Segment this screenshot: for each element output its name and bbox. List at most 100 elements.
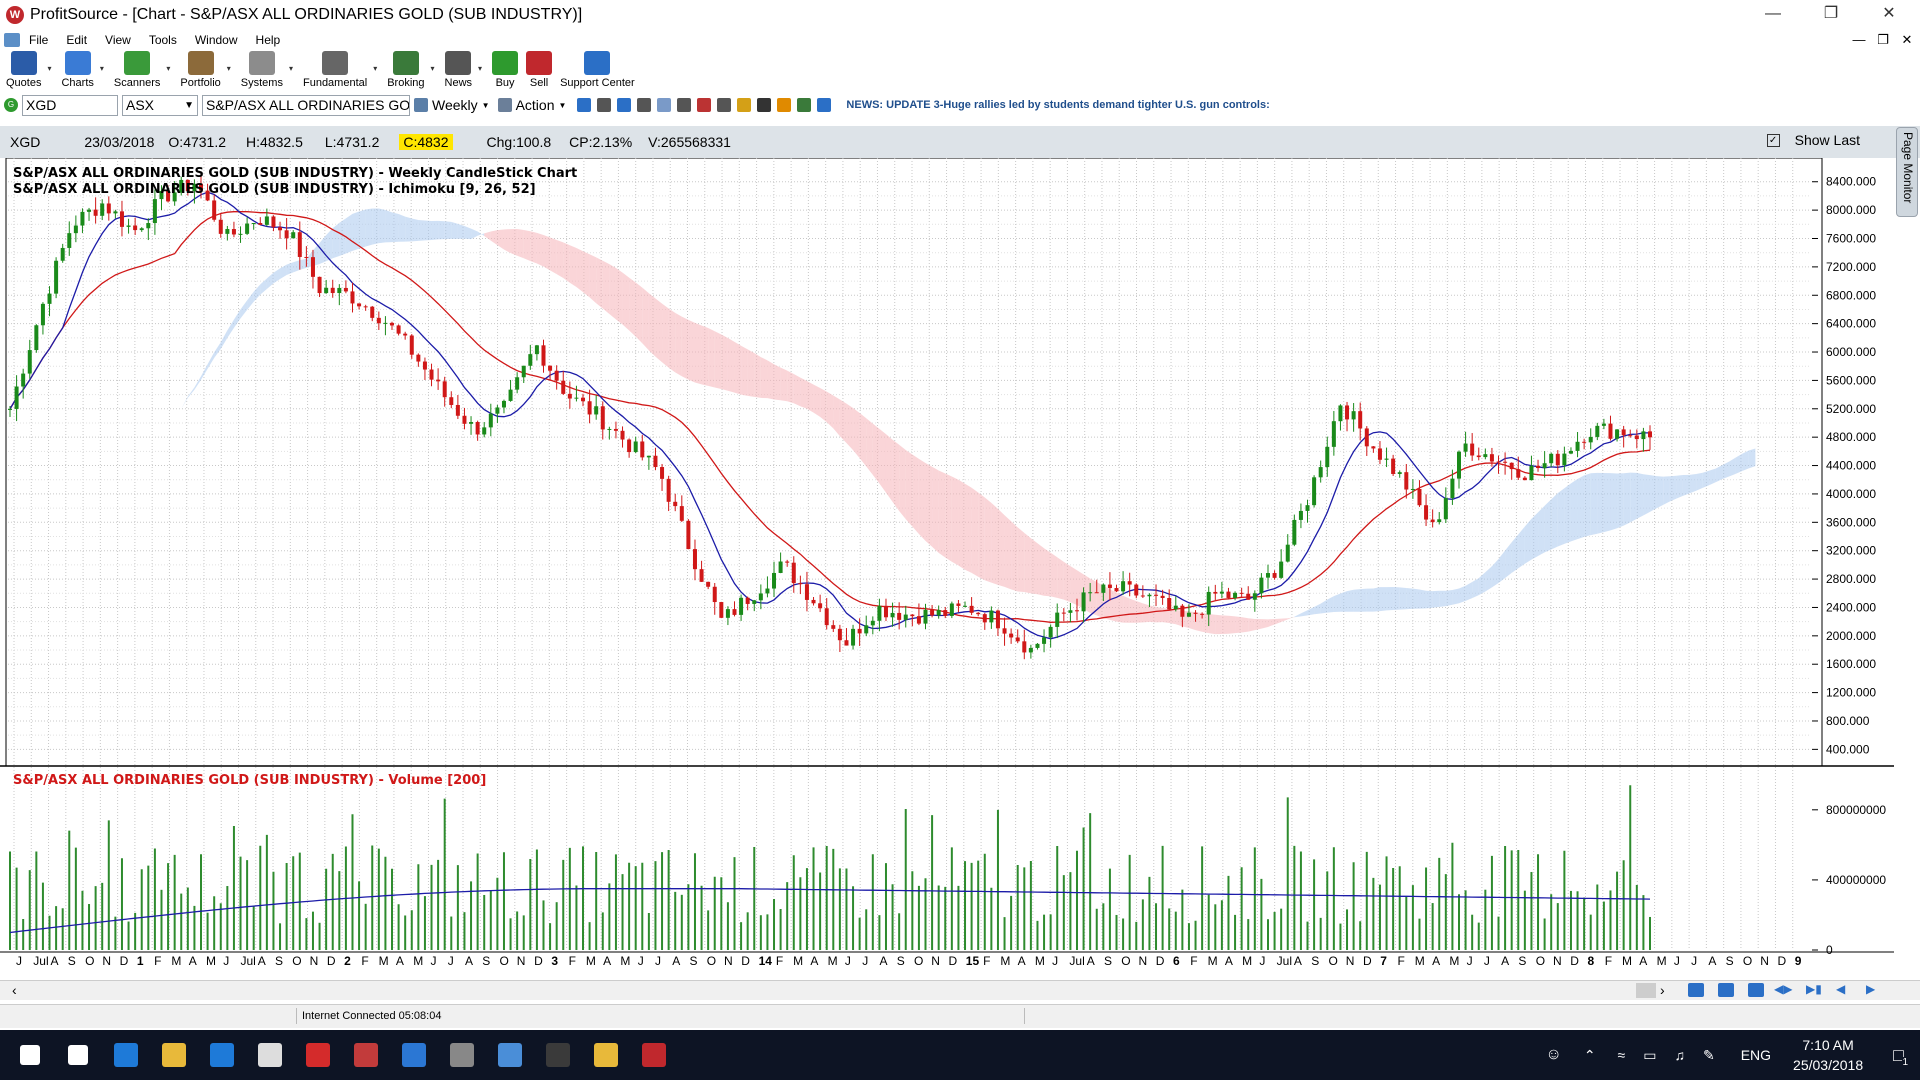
alert-icon[interactable]: [797, 98, 812, 112]
security-name-field[interactable]: S&P/ASX ALL ORDINARIES GOL: [202, 94, 410, 116]
toolbar-dropdown-icon[interactable]: ▾: [47, 64, 51, 73]
candle-body: [1015, 637, 1020, 642]
quotes-button[interactable]: Quotes: [6, 50, 41, 92]
grid-icon[interactable]: [657, 98, 672, 112]
x-tick-label: S: [1104, 954, 1112, 968]
mdi-minimize-button[interactable]: —: [1848, 30, 1870, 50]
save-icon[interactable]: [577, 98, 592, 112]
action-menu[interactable]: Action: [516, 97, 555, 113]
y-tick-label: 4000.000: [1826, 487, 1876, 501]
calculator-icon[interactable]: [246, 1030, 294, 1080]
systems-button[interactable]: Systems: [241, 50, 283, 92]
chart-canvas[interactable]: 8400.0008000.0007600.0007200.0006800.000…: [0, 158, 1894, 980]
zoom-icon[interactable]: [717, 98, 732, 112]
menu-file[interactable]: File: [20, 33, 57, 47]
camera-icon[interactable]: [438, 1030, 486, 1080]
news-ticker[interactable]: NEWS: UPDATE 3-Huge rallies led by stude…: [846, 99, 1269, 111]
notification-center-icon[interactable]: □ 1: [1893, 1045, 1908, 1068]
draw-icon[interactable]: [757, 98, 772, 112]
scroll-both-icon[interactable]: ◀▶: [1774, 982, 1792, 996]
volume-icon[interactable]: ♫: [1674, 1047, 1685, 1063]
checkmark-icon[interactable]: ✓: [1766, 133, 1780, 147]
mdi-close-button[interactable]: ✕: [1896, 30, 1918, 50]
fundamental-button[interactable]: Fundamental: [303, 50, 367, 92]
minimize-button[interactable]: —: [1744, 0, 1802, 30]
edge-icon[interactable]: [102, 1030, 150, 1080]
scroll-right-icon[interactable]: ›: [1660, 982, 1665, 998]
scroll-left-icon[interactable]: ‹: [12, 982, 17, 998]
step-forward-icon[interactable]: ▶: [1866, 982, 1875, 996]
buy-button[interactable]: Buy: [492, 50, 519, 92]
charts-button[interactable]: Charts: [61, 50, 94, 92]
print-icon[interactable]: [617, 98, 632, 112]
sell-button[interactable]: Sell: [526, 50, 553, 92]
start-icon[interactable]: [6, 1030, 54, 1080]
menu-edit[interactable]: Edit: [57, 33, 96, 47]
action-chevron-icon[interactable]: ▼: [559, 101, 567, 110]
toolbar-dropdown-icon[interactable]: ▾: [431, 64, 435, 73]
news-button[interactable]: News: [445, 50, 472, 92]
candle-body: [883, 605, 888, 618]
close-button[interactable]: ✕: [1860, 0, 1918, 30]
toolbar-dropdown-icon[interactable]: ▾: [478, 64, 482, 73]
remote-desktop-icon[interactable]: [486, 1030, 534, 1080]
zoom-out-icon[interactable]: [1718, 983, 1734, 997]
toolbar-dropdown-icon[interactable]: ▾: [100, 64, 104, 73]
link-icon[interactable]: [637, 98, 652, 112]
candle-body: [409, 335, 414, 355]
toolbar-dropdown-icon[interactable]: ▾: [227, 64, 231, 73]
chart-scrollbar[interactable]: ‹ › ◀▶ ▶▮ ◀ ▶: [0, 980, 1920, 1000]
profitsource-icon[interactable]: [630, 1030, 678, 1080]
file-explorer-icon[interactable]: [150, 1030, 198, 1080]
target-icon[interactable]: [597, 98, 612, 112]
gotrade-icon[interactable]: [534, 1030, 582, 1080]
wifi-icon[interactable]: ≈: [1618, 1047, 1626, 1063]
restore-button[interactable]: ❐: [1802, 0, 1860, 30]
show-last-toggle[interactable]: ✓ Show Last: [1766, 132, 1860, 148]
broking-button[interactable]: Broking: [387, 50, 425, 92]
clock[interactable]: 7:10 AM 25/03/2018: [1793, 1035, 1863, 1075]
period-chevron-icon[interactable]: ▼: [482, 101, 490, 110]
menu-tools[interactable]: Tools: [140, 33, 186, 47]
paint-icon[interactable]: [342, 1030, 390, 1080]
mdi-document-icon[interactable]: [4, 33, 20, 47]
kaspersky-icon[interactable]: [294, 1030, 342, 1080]
battery-icon[interactable]: ▭: [1643, 1047, 1656, 1064]
support-center-button[interactable]: Support Center: [560, 50, 635, 92]
scroll-thumb[interactable]: [1636, 983, 1656, 998]
zoom-in-icon[interactable]: [1688, 983, 1704, 997]
menu-help[interactable]: Help: [247, 33, 290, 47]
people-icon[interactable]: ☺: [1545, 1046, 1561, 1064]
chrome-icon[interactable]: [582, 1030, 630, 1080]
store-icon[interactable]: [198, 1030, 246, 1080]
zoom-fit-icon[interactable]: [1748, 983, 1764, 997]
menu-window[interactable]: Window: [186, 33, 247, 47]
language-indicator[interactable]: ENG: [1741, 1047, 1771, 1063]
symbol-input[interactable]: XGD: [22, 94, 118, 116]
page-monitor-tab[interactable]: Page Monitor: [1896, 127, 1918, 217]
x-tick-label: M: [1242, 954, 1252, 968]
candle-body: [732, 609, 737, 615]
scroll-end-icon[interactable]: ▶▮: [1806, 982, 1822, 996]
go-icon[interactable]: G: [4, 98, 18, 112]
defender-icon[interactable]: [390, 1030, 438, 1080]
layout-icon[interactable]: [817, 98, 832, 112]
star-icon[interactable]: [777, 98, 792, 112]
task-view-icon[interactable]: [54, 1030, 102, 1080]
x-tick-label: D: [1570, 954, 1579, 968]
indicator-icon[interactable]: [697, 98, 712, 112]
exchange-select[interactable]: ASX ▼: [122, 94, 198, 116]
portfolio-button[interactable]: Portfolio: [180, 50, 221, 92]
mdi-restore-button[interactable]: ❐: [1872, 30, 1894, 50]
period-select[interactable]: Weekly: [432, 97, 478, 113]
toolbar-dropdown-icon[interactable]: ▾: [289, 64, 293, 73]
menu-view[interactable]: View: [96, 33, 140, 47]
scanners-button[interactable]: Scanners: [114, 50, 160, 92]
toolbar-dropdown-icon[interactable]: ▾: [373, 64, 377, 73]
toolbar-dropdown-icon[interactable]: ▾: [166, 64, 170, 73]
step-back-icon[interactable]: ◀: [1836, 982, 1845, 996]
bulb-icon[interactable]: [737, 98, 752, 112]
pen-icon[interactable]: ✎: [1703, 1047, 1715, 1064]
tray-expand-icon[interactable]: ⌃: [1584, 1047, 1596, 1064]
tools-icon[interactable]: [677, 98, 692, 112]
